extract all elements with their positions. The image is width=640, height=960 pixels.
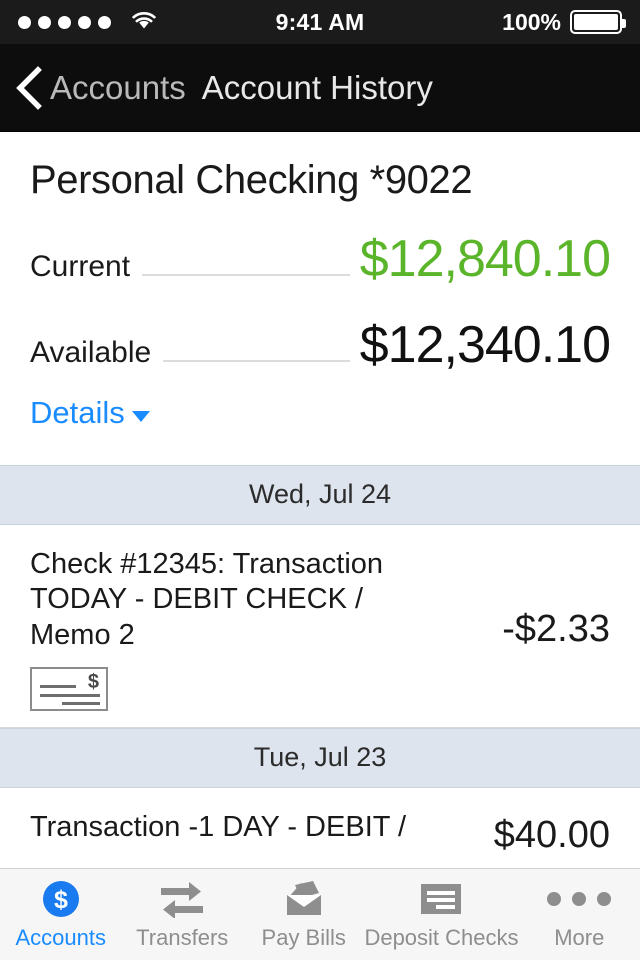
- tab-bar: $ Accounts Transfers Pay Bills Deposit C…: [0, 868, 640, 960]
- current-balance-amount: $12,840.10: [359, 230, 611, 288]
- tab-label-pay-bills: Pay Bills: [261, 924, 346, 950]
- tab-accounts[interactable]: $ Accounts: [0, 869, 121, 960]
- battery-full-icon: [570, 10, 626, 34]
- available-balance-label: Available: [30, 336, 152, 369]
- phone-screen: 9:41 AM 100% Accounts Account History Pe…: [0, 0, 640, 960]
- back-chevron-icon[interactable]: [14, 65, 44, 111]
- back-button-label[interactable]: Accounts: [50, 69, 186, 107]
- transaction-description: Transaction -1 DAY - DEBIT /: [30, 811, 407, 844]
- transaction-amount: $40.00: [493, 814, 610, 857]
- navigation-bar: Accounts Account History: [0, 44, 640, 132]
- check-deposit-icon: [419, 879, 463, 919]
- status-bar: 9:41 AM 100%: [0, 0, 640, 44]
- check-dollar-glyph: $: [87, 671, 99, 694]
- date-section-header: Tue, Jul 23: [0, 728, 640, 789]
- current-balance-row: Current $12,840.10: [30, 229, 611, 289]
- account-summary: Personal Checking *9022 Current $12,840.…: [0, 132, 640, 465]
- tab-label-transfers: Transfers: [136, 924, 229, 950]
- details-toggle[interactable]: Details: [30, 395, 150, 431]
- svg-text:$: $: [54, 886, 68, 914]
- chevron-down-icon: [131, 410, 150, 422]
- dollar-circle-icon: $: [41, 879, 81, 919]
- transfer-arrows-icon: [159, 879, 205, 919]
- transaction-amount: -$2.33: [502, 607, 610, 650]
- available-balance-amount: $12,340.10: [359, 316, 611, 374]
- battery-percent-label: 100%: [502, 8, 561, 35]
- transaction-row[interactable]: Check #12345: Transaction TODAY - DEBIT …: [0, 525, 640, 729]
- transaction-description: Check #12345: Transaction TODAY - DEBIT …: [30, 548, 384, 651]
- tab-transfers[interactable]: Transfers: [121, 869, 242, 960]
- tab-more[interactable]: More: [519, 869, 640, 960]
- tab-label-more: More: [554, 924, 605, 950]
- tab-label-accounts: Accounts: [15, 924, 106, 950]
- ellipsis-icon: [547, 879, 612, 919]
- details-label: Details: [30, 395, 125, 430]
- wifi-icon: [129, 9, 159, 36]
- status-bar-right: 100%: [502, 8, 626, 36]
- page-title: Account History: [201, 68, 433, 106]
- available-balance-row: Available $12,340.10: [30, 315, 611, 375]
- current-balance-rule: [142, 274, 350, 276]
- transaction-main: Check #12345: Transaction TODAY - DEBIT …: [30, 547, 502, 712]
- summary-spacer: [30, 431, 610, 465]
- account-title: Personal Checking *9022: [30, 158, 473, 202]
- tab-pay-bills[interactable]: Pay Bills: [243, 869, 364, 960]
- envelope-icon: [281, 879, 327, 919]
- transaction-row[interactable]: Transaction -1 DAY - DEBIT / $40.00: [0, 788, 640, 858]
- date-section-header: Wed, Jul 24: [0, 465, 640, 525]
- current-balance-label: Current: [30, 250, 131, 283]
- tab-label-deposit-checks: Deposit Checks: [364, 924, 519, 950]
- signal-strength-icon: [18, 15, 111, 29]
- check-image-icon[interactable]: $: [30, 667, 108, 712]
- tab-deposit-checks[interactable]: Deposit Checks: [364, 869, 519, 960]
- transaction-main: Transaction -1 DAY - DEBIT /: [30, 810, 494, 845]
- available-balance-rule: [163, 360, 350, 362]
